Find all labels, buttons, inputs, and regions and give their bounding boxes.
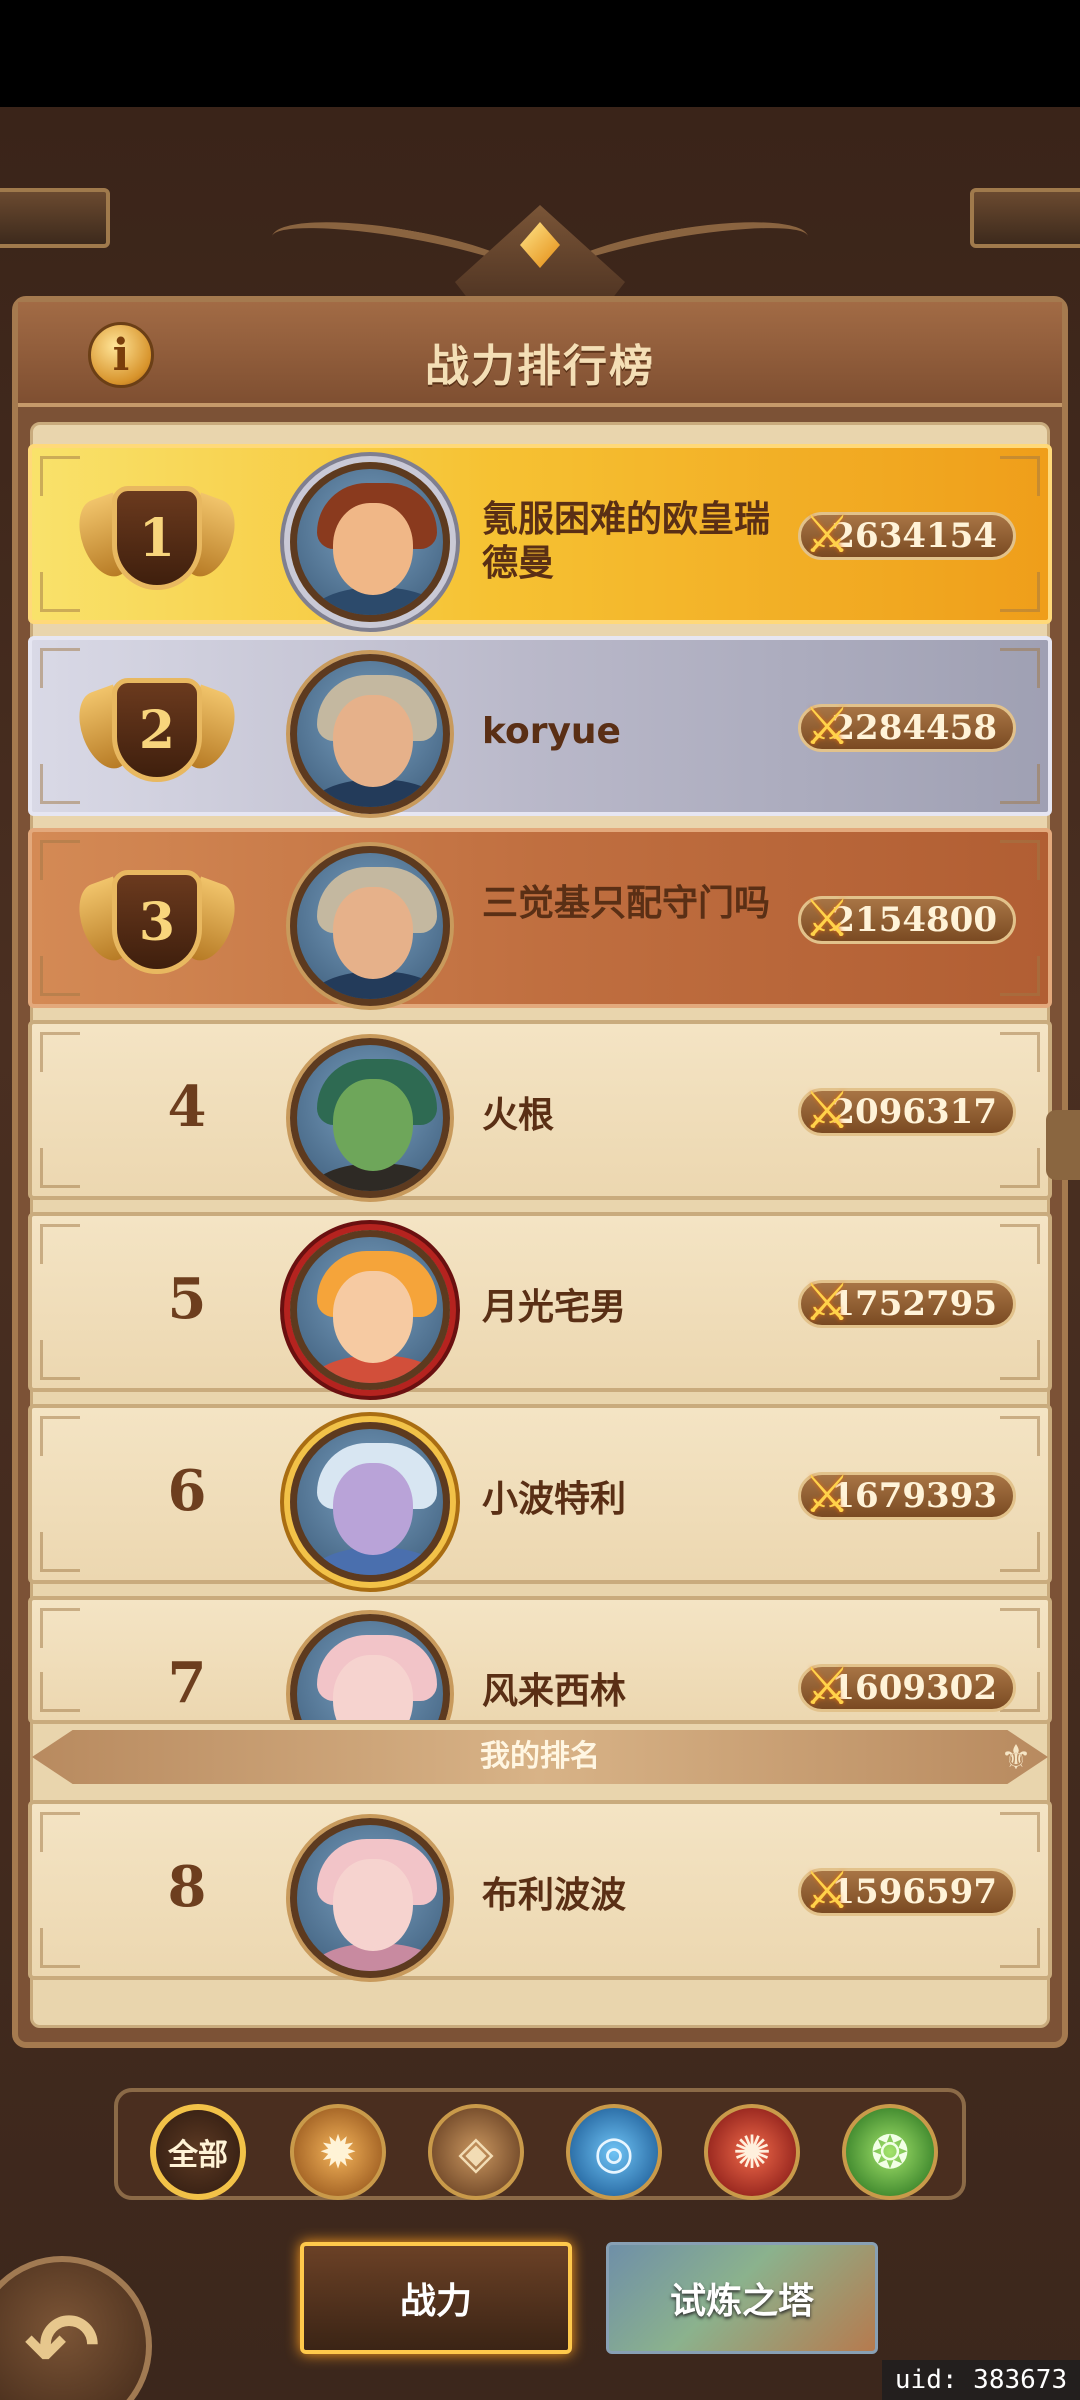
fleur-right-icon: ⚜: [1000, 1738, 1032, 1778]
tab-trial-tower[interactable]: 试炼之塔: [606, 2242, 878, 2354]
corner-ornament: [40, 956, 80, 996]
avatar[interactable]: [290, 462, 450, 622]
faction-wind-icon[interactable]: ❂: [842, 2104, 938, 2200]
crossed-swords-icon: ⚔: [803, 1657, 851, 1717]
rank-number: 3: [112, 870, 202, 974]
crossed-swords-icon: ⚔: [803, 889, 851, 949]
my-rank-entry[interactable]: 8 布利波波 1596597 ⚔: [28, 1800, 1052, 1980]
rank-number: 7: [167, 1650, 207, 1716]
player-name: 布利波波: [482, 1875, 627, 1916]
corner-ornament: [40, 1608, 80, 1648]
faction-light-icon[interactable]: ✹: [290, 2104, 386, 2200]
corner-ornament: [40, 1032, 80, 1072]
corner-ornament: [1000, 1416, 1040, 1456]
player-name: koryue: [482, 711, 621, 752]
player-name: 三觉基只配守门吗: [482, 883, 771, 924]
corner-ornament: [40, 1928, 80, 1968]
faction-filter-bar: 全部 ✹ ◈ ◎ ✺ ❂: [114, 2088, 966, 2200]
table-row[interactable]: 1 氪服困难的欧皇瑞德曼 2634154 ⚔: [28, 444, 1052, 624]
corner-ornament: [40, 1532, 80, 1572]
corner-ornament: [1000, 1928, 1040, 1968]
corner-ornament: [40, 1416, 80, 1456]
rank-medal-icon: 2: [69, 668, 245, 792]
corner-ornament: [40, 1672, 80, 1712]
player-name: 风来西林: [482, 1671, 627, 1712]
avatar[interactable]: [290, 1038, 450, 1198]
player-name: 小波特利: [482, 1479, 627, 1520]
rank-number: 5: [167, 1266, 207, 1332]
table-row[interactable]: 5 月光宅男 1752795 ⚔: [28, 1212, 1052, 1392]
corner-ornament: [1000, 1224, 1040, 1264]
avatar[interactable]: [290, 1614, 450, 1720]
corner-ornament: [40, 572, 80, 612]
player-name: 火根: [482, 1095, 555, 1136]
corner-ornament: [1000, 1340, 1040, 1380]
corner-ornament: [1000, 840, 1040, 880]
crossed-swords-icon: ⚔: [803, 1861, 851, 1921]
table-row[interactable]: 6 小波特利 1679393 ⚔: [28, 1404, 1052, 1584]
corner-ornament: [1000, 648, 1040, 688]
left-pillar-ornament: [0, 188, 110, 248]
player-name: 月光宅男: [482, 1287, 627, 1328]
corner-ornament: [1000, 1812, 1040, 1852]
corner-ornament: [1000, 456, 1040, 496]
side-expand-handle[interactable]: [1046, 1110, 1080, 1180]
avatar[interactable]: [290, 846, 450, 1006]
corner-ornament: [1000, 956, 1040, 996]
page-title: 战力排行榜: [425, 341, 655, 392]
uid-label: uid: 383673: [882, 2360, 1080, 2400]
crossed-swords-icon: ⚔: [803, 1465, 851, 1525]
tab-power[interactable]: 战力: [300, 2242, 572, 2354]
avatar[interactable]: [290, 654, 450, 814]
corner-ornament: [40, 1812, 80, 1852]
crossed-swords-icon: ⚔: [803, 505, 851, 565]
table-row[interactable]: 2 koryue 2284458 ⚔: [28, 636, 1052, 816]
avatar[interactable]: [290, 1818, 450, 1978]
corner-ornament: [40, 1148, 80, 1188]
panel-header: i 战力排行榜: [18, 302, 1062, 407]
my-rank-divider: 我的排名: [32, 1730, 1048, 1784]
table-row[interactable]: 3 三觉基只配守门吗 2154800 ⚔: [28, 828, 1052, 1008]
corner-ornament: [40, 764, 80, 804]
rank-medal-icon: 1: [69, 476, 245, 600]
right-pillar-ornament: [970, 188, 1080, 248]
rank-number: 8: [167, 1854, 207, 1920]
corner-ornament: [1000, 1532, 1040, 1572]
corner-ornament: [40, 1224, 80, 1264]
avatar[interactable]: [290, 1422, 450, 1582]
corner-ornament: [40, 648, 80, 688]
corner-ornament: [1000, 1032, 1040, 1072]
corner-ornament: [40, 840, 80, 880]
corner-ornament: [40, 456, 80, 496]
filter-all-button[interactable]: 全部: [150, 2104, 246, 2200]
faction-water-icon[interactable]: ◎: [566, 2104, 662, 2200]
table-row[interactable]: 7 风来西林 1609302 ⚔: [28, 1596, 1052, 1724]
crossed-swords-icon: ⚔: [803, 1273, 851, 1333]
rank-medal-icon: 3: [69, 860, 245, 984]
crossed-swords-icon: ⚔: [803, 697, 851, 757]
player-name: 氪服困难的欧皇瑞德曼: [482, 499, 771, 584]
corner-ornament: [1000, 1148, 1040, 1188]
avatar[interactable]: [290, 1230, 450, 1390]
table-row[interactable]: 4 火根 2096317 ⚔: [28, 1020, 1052, 1200]
faction-earth-icon[interactable]: ◈: [428, 2104, 524, 2200]
rank-number: 2: [112, 678, 202, 782]
corner-ornament: [1000, 764, 1040, 804]
rank-number: 4: [167, 1074, 207, 1140]
faction-fire-icon[interactable]: ✺: [704, 2104, 800, 2200]
rank-number: 1: [112, 486, 202, 590]
corner-ornament: [1000, 1608, 1040, 1648]
corner-ornament: [40, 1340, 80, 1380]
crossed-swords-icon: ⚔: [803, 1081, 851, 1141]
corner-ornament: [1000, 572, 1040, 612]
rank-number: 6: [167, 1458, 207, 1524]
